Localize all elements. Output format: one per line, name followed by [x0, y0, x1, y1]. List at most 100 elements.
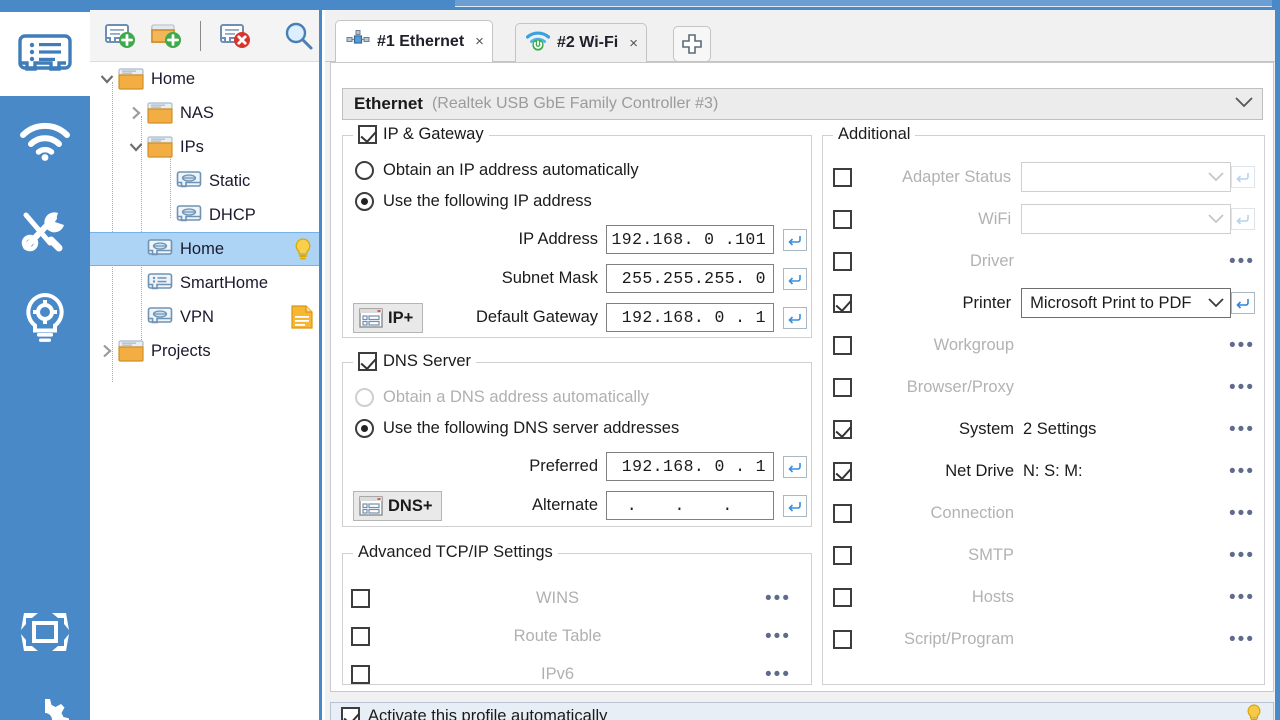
default-gateway-input[interactable]: 192.168. 0 . 1 [606, 303, 774, 332]
dns-alternate-revert-icon[interactable] [783, 494, 807, 517]
tree-item-home-0[interactable]: Home [90, 62, 319, 96]
tab-ethernet[interactable]: #1 Ethernet × [335, 20, 493, 62]
dns-preferred-revert-icon[interactable] [783, 455, 807, 478]
tree-item-ips-2[interactable]: IPs [90, 130, 319, 164]
additional-checkbox-5[interactable] [833, 377, 852, 397]
additional-checkbox-8[interactable] [833, 503, 852, 523]
additional-more-icon-10[interactable]: ••• [1229, 588, 1255, 607]
additional-more-icon-9[interactable]: ••• [1229, 546, 1255, 565]
tab-close-icon[interactable]: × [625, 35, 638, 52]
advanced-checkbox-1[interactable] [351, 626, 370, 646]
additional-checkbox-11[interactable] [833, 629, 852, 649]
additional-more-icon-2[interactable]: ••• [1229, 252, 1255, 271]
additional-row-script-program: Script/Program ••• [833, 624, 1255, 654]
tab-wifi[interactable]: #2 Wi-Fi × [515, 23, 647, 62]
rail-item-fullscreen[interactable] [0, 590, 90, 674]
dns-auto-radio[interactable] [355, 388, 374, 407]
additional-more-icon-5[interactable]: ••• [1229, 378, 1255, 397]
additional-checkbox-10[interactable] [833, 587, 852, 607]
dns-server-checkbox[interactable] [358, 352, 377, 371]
ip-manual-radio[interactable] [355, 192, 374, 211]
ip-plus-button[interactable]: IP+ [353, 303, 424, 333]
chevron-right-icon[interactable] [98, 342, 116, 360]
additional-combo-1[interactable] [1021, 204, 1232, 234]
advanced-checkbox-2[interactable] [351, 664, 370, 684]
additional-checkbox-0[interactable] [833, 167, 852, 187]
dns-preferred-input[interactable]: 192.168. 0 . 1 [606, 452, 774, 481]
tree-item-dhcp-4[interactable]: DHCP [90, 198, 319, 232]
additional-more-icon-6[interactable]: ••• [1229, 420, 1255, 439]
add-tab-button[interactable] [673, 26, 711, 62]
subnet-mask-input[interactable]: 255.255.255. 0 [606, 264, 774, 293]
profile-tree[interactable]: Home NAS IPs Static DHCP Home SmartHome VPN Proj… [90, 62, 319, 720]
ip-manual-label: Use the following IP address [383, 192, 592, 210]
additional-label: Driver [970, 251, 1014, 270]
additional-checkbox-9[interactable] [833, 545, 852, 565]
subnet-mask-revert-icon[interactable] [783, 267, 807, 290]
additional-combo-0[interactable] [1021, 162, 1232, 192]
tree-item-projects-8[interactable]: Projects [90, 334, 319, 368]
advanced-more-icon[interactable]: ••• [765, 665, 791, 684]
subnet-mask-label: Subnet Mask [501, 269, 598, 287]
dns-alternate-input[interactable]: . . . [606, 491, 774, 520]
rail-item-wifi[interactable] [0, 100, 90, 184]
new-profile-icon[interactable] [102, 18, 138, 54]
autoactivate-checkbox[interactable] [341, 706, 360, 720]
default-gateway-revert-icon[interactable] [783, 306, 807, 329]
additional-more-icon-4[interactable]: ••• [1229, 336, 1255, 355]
advanced-more-icon[interactable]: ••• [765, 589, 791, 608]
ip-address-revert-icon[interactable] [783, 228, 807, 251]
chevron-down-icon[interactable] [98, 70, 116, 88]
rail-item-profiles[interactable] [0, 12, 90, 96]
profile-icon [176, 204, 202, 226]
dns-manual-radio[interactable] [355, 419, 374, 438]
wifi-power-icon [525, 31, 551, 56]
additional-checkbox-6[interactable] [833, 419, 852, 439]
app-window: Home NAS IPs Static DHCP Home SmartHome VPN Proj… [0, 0, 1280, 720]
rail-item-settings[interactable] [0, 676, 90, 720]
tab-close-icon[interactable]: × [471, 33, 484, 50]
additional-more-icon-7[interactable]: ••• [1229, 462, 1255, 481]
search-icon[interactable] [281, 18, 317, 54]
ip-auto-option[interactable]: Obtain an IP address automatically [355, 161, 639, 180]
advanced-checkbox-0[interactable] [351, 588, 370, 608]
additional-more-icon-8[interactable]: ••• [1229, 504, 1255, 523]
dns-manual-option[interactable]: Use the following DNS server addresses [355, 419, 679, 438]
additional-row-adapter-status: Adapter Status [833, 162, 1255, 192]
additional-checkbox-3[interactable] [833, 293, 852, 313]
tree-item-smarthome-6[interactable]: SmartHome [90, 266, 319, 300]
adapter-select[interactable]: Ethernet (Realtek USB GbE Family Control… [342, 88, 1263, 120]
new-folder-icon[interactable] [148, 18, 184, 54]
advanced-more-icon[interactable]: ••• [765, 627, 791, 646]
dns-plus-button[interactable]: DNS+ [353, 491, 443, 521]
tree-item-home-5[interactable]: Home [90, 232, 319, 266]
delete-profile-icon[interactable] [217, 18, 253, 54]
dns-manual-label: Use the following DNS server addresses [383, 419, 680, 437]
tree-item-vpn-7[interactable]: VPN [90, 300, 319, 334]
additional-checkbox-4[interactable] [833, 335, 852, 355]
ip-manual-option[interactable]: Use the following IP address [355, 192, 592, 211]
additional-revert-icon-1[interactable] [1231, 208, 1255, 230]
additional-combo-3[interactable]: Microsoft Print to PDF [1021, 288, 1232, 318]
chevron-right-icon[interactable] [127, 104, 145, 122]
advanced-row-wins: WINS ••• [351, 580, 791, 616]
ip-auto-radio[interactable] [355, 161, 374, 180]
additional-label: Net Drive [945, 461, 1014, 480]
dns-auto-option[interactable]: Obtain a DNS address automatically [355, 388, 649, 407]
additional-revert-icon-3[interactable] [1231, 292, 1255, 314]
additional-checkbox-7[interactable] [833, 461, 852, 481]
additional-label: Connection [930, 503, 1014, 522]
tree-item-nas-1[interactable]: NAS [90, 96, 319, 130]
chevron-down-icon[interactable] [127, 138, 145, 156]
additional-more-icon-11[interactable]: ••• [1229, 630, 1255, 649]
additional-checkbox-1[interactable] [833, 209, 852, 229]
additional-revert-icon-0[interactable] [1231, 166, 1255, 188]
additional-checkbox-2[interactable] [833, 251, 852, 271]
ip-gateway-checkbox[interactable] [358, 125, 377, 144]
ip-address-input[interactable]: 192.168. 0 .101 [606, 225, 774, 254]
ip-list-icon [359, 308, 383, 328]
tree-item-static-3[interactable]: Static [90, 164, 319, 198]
rail-item-tools[interactable] [0, 188, 90, 272]
rail-item-ideas[interactable] [0, 276, 90, 360]
dns-server-group: DNS Server Obtain a DNS address automati… [342, 352, 812, 527]
